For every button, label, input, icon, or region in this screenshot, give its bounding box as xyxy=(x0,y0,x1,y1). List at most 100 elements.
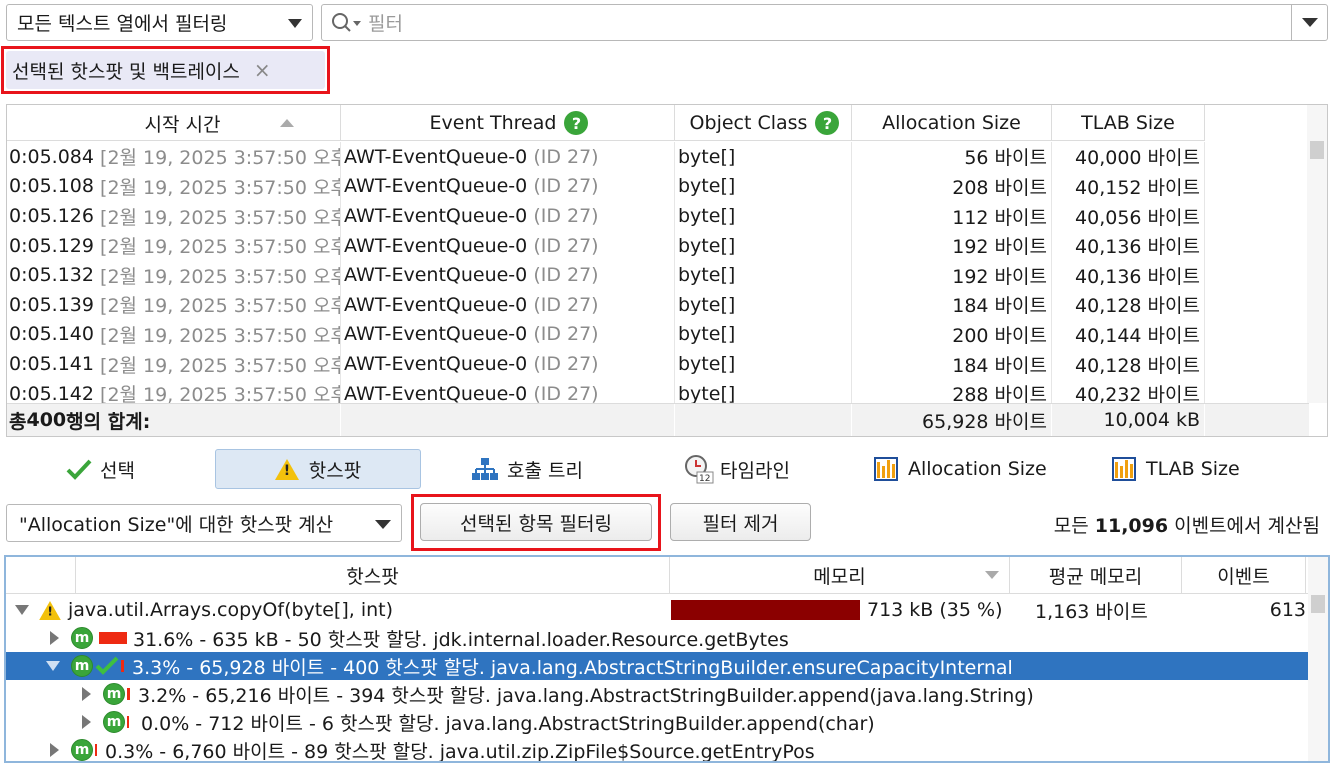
allocation-size-cell: 56 바이트 xyxy=(852,142,1052,172)
table-row[interactable]: 0:05.126 [2월 19, 2025 3:57:50 오후] AWT-Eve… xyxy=(7,201,1205,231)
expand-toggle-icon[interactable] xyxy=(50,631,59,645)
column-header-hotspot[interactable]: 핫스팟 xyxy=(76,557,670,594)
events-table-header: 시작 시간 Event Thread ? Object Class ? Allo… xyxy=(7,105,1205,141)
column-header-memory[interactable]: 메모리 xyxy=(670,557,1010,594)
column-header-events[interactable]: 이벤트 xyxy=(1182,557,1306,594)
tlab-size-cell: 40,144 바이트 xyxy=(1052,319,1205,350)
help-icon[interactable]: ? xyxy=(815,111,840,135)
svg-text:12: 12 xyxy=(699,474,710,484)
table-row[interactable]: 0:05.132 [2월 19, 2025 3:57:50 오후] AWT-Eve… xyxy=(7,260,1205,291)
search-history-dropdown[interactable] xyxy=(1291,5,1327,40)
allocation-size-cell: 208 바이트 xyxy=(852,171,1052,202)
tlab-size-cell: 40,000 바이트 xyxy=(1052,142,1205,172)
allocation-size-cell: 192 바이트 xyxy=(852,230,1052,261)
avg-memory-value: 1,163 바이트 xyxy=(1035,600,1148,623)
percentage-bar xyxy=(127,688,130,700)
tab-timeline[interactable]: 12 타임라인 xyxy=(684,449,824,489)
active-filter-chip: 선택된 핫스팟 및 백트레이스 × xyxy=(6,51,325,89)
table-row[interactable]: 0:05.141 [2월 19, 2025 3:57:50 오후] AWT-Eve… xyxy=(7,349,1205,379)
tree-row-backtrace[interactable]: m 0.0% - 712 바이트 - 6 핫스팟 할당. java.lang.A… xyxy=(6,708,1310,736)
chevron-down-icon xyxy=(375,520,391,529)
object-class-cell: byte[] xyxy=(675,260,852,291)
expand-toggle-icon[interactable] xyxy=(82,715,91,729)
column-header-start-time[interactable]: 시작 시간 xyxy=(7,105,341,141)
object-class-cell: byte[] xyxy=(675,171,852,202)
tab-hotspots[interactable]: 핫스팟 xyxy=(215,449,421,489)
object-class-cell: byte[] xyxy=(675,349,852,379)
tab-tlab-size[interactable]: TLAB Size xyxy=(1112,449,1262,489)
column-header-event-thread[interactable]: Event Thread ? xyxy=(341,105,675,141)
warning-icon xyxy=(274,458,299,480)
start-time-cell: 0:05.126 [2월 19, 2025 3:57:50 오후] xyxy=(7,201,341,231)
memory-value: 713 kB (35 %) xyxy=(867,599,1003,621)
tab-call-tree[interactable]: 호출 트리 xyxy=(471,449,631,489)
column-header-allocation-size[interactable]: Allocation Size xyxy=(852,105,1052,141)
filter-selected-button[interactable]: 선택된 항목 필터링 xyxy=(420,503,652,541)
event-thread-cell: AWT-EventQueue-0 (ID 27) xyxy=(341,142,675,172)
tlab-size-cell: 40,128 바이트 xyxy=(1052,290,1205,320)
allocation-size-cell: 184 바이트 xyxy=(852,290,1052,320)
method-icon: m xyxy=(103,683,125,705)
table-row[interactable]: 0:05.129 [2월 19, 2025 3:57:50 오후] AWT-Eve… xyxy=(7,230,1205,261)
event-thread-cell: AWT-EventQueue-0 (ID 27) xyxy=(341,171,675,202)
column-header-object-class[interactable]: Object Class ? xyxy=(675,105,852,141)
event-thread-cell: AWT-EventQueue-0 (ID 27) xyxy=(341,230,675,261)
object-class-cell: byte[] xyxy=(675,201,852,231)
expand-toggle-icon[interactable] xyxy=(50,743,59,757)
start-time-cell: 0:05.141 [2월 19, 2025 3:57:50 오후] xyxy=(7,349,341,379)
search-placeholder: 필터 xyxy=(368,13,403,35)
event-count-value: 613 xyxy=(1269,599,1306,621)
table-row[interactable]: 0:05.139 [2월 19, 2025 3:57:50 오후] AWT-Eve… xyxy=(7,290,1205,320)
memory-bar xyxy=(671,600,860,620)
tree-row-backtrace[interactable]: m 0.3% - 6,760 바이트 - 89 핫스팟 할당. java.uti… xyxy=(6,736,1310,761)
tree-node-label: java.util.Arrays.copyOf(byte[], int) xyxy=(68,599,394,621)
tree-row-backtrace-selected[interactable]: m 3.3% - 65,928 바이트 - 400 핫스팟 할당. java.l… xyxy=(6,652,1310,680)
checkmark-icon xyxy=(66,459,92,480)
bar-chart-icon xyxy=(874,457,898,481)
help-icon[interactable]: ? xyxy=(564,111,589,135)
backtrace-label: 3.3% - 65,928 바이트 - 400 핫스팟 할당. java.lan… xyxy=(132,656,1013,679)
tree-row-root[interactable]: java.util.Arrays.copyOf(byte[], int) 713… xyxy=(6,596,1310,624)
timeline-clock-icon: 12 xyxy=(685,455,714,484)
method-icon: m xyxy=(71,739,93,761)
hotspot-calculation-combo[interactable]: "Allocation Size"에 대한 핫스팟 계산 xyxy=(6,504,402,542)
sort-descending-icon xyxy=(985,571,999,579)
percentage-bar xyxy=(127,716,129,728)
filter-column-combo[interactable]: 모든 텍스트 열에서 필터링 xyxy=(6,4,313,41)
tab-selection[interactable]: 선택 xyxy=(66,449,176,489)
scrollbar-thumb[interactable] xyxy=(1311,595,1325,613)
hotspot-tree-table: 핫스팟 메모리 평균 메모리 이벤트 java.util.Arrays.copy… xyxy=(4,555,1330,763)
table-row[interactable]: 0:05.108 [2월 19, 2025 3:57:50 오후] AWT-Eve… xyxy=(7,171,1205,202)
collapse-toggle-icon[interactable] xyxy=(15,605,29,615)
events-table: 시작 시간 Event Thread ? Object Class ? Allo… xyxy=(6,104,1328,437)
expand-toggle-icon[interactable] xyxy=(82,687,91,701)
remove-filter-button[interactable]: 필터 제거 xyxy=(670,503,811,541)
start-time-cell: 0:05.084 [2월 19, 2025 3:57:50 오후] xyxy=(7,142,341,172)
close-icon[interactable]: × xyxy=(254,58,271,82)
table-row[interactable]: 0:05.084 [2월 19, 2025 3:57:50 오후] AWT-Eve… xyxy=(7,142,1205,172)
backtrace-label: 31.6% - 635 kB - 50 핫스팟 할당. jdk.internal… xyxy=(133,628,789,651)
event-thread-cell: AWT-EventQueue-0 (ID 27) xyxy=(341,201,675,231)
scrollbar-thumb[interactable] xyxy=(1310,141,1324,159)
object-class-cell: byte[] xyxy=(675,230,852,261)
tree-row-backtrace[interactable]: m 31.6% - 635 kB - 50 핫스팟 할당. jdk.intern… xyxy=(6,624,1310,652)
events-table-scrollbar[interactable] xyxy=(1307,105,1327,403)
backtrace-label: 3.2% - 65,216 바이트 - 394 핫스팟 할당. java.lan… xyxy=(138,684,1034,707)
bar-chart-icon xyxy=(1112,457,1136,481)
column-header-avg-memory[interactable]: 평균 메모리 xyxy=(1010,557,1182,594)
hotspot-tree-scrollbar[interactable] xyxy=(1308,557,1328,761)
allocation-size-cell: 192 바이트 xyxy=(852,260,1052,291)
filter-search-input[interactable]: 필터 xyxy=(321,4,1328,41)
tlab-size-cell: 40,152 바이트 xyxy=(1052,171,1205,202)
column-header-tlab-size[interactable]: TLAB Size xyxy=(1052,105,1205,141)
percentage-bar xyxy=(121,660,124,672)
table-row[interactable]: 0:05.140 [2월 19, 2025 3:57:50 오후] AWT-Eve… xyxy=(7,319,1205,350)
percentage-bar xyxy=(95,744,97,756)
tlab-size-cell: 40,128 바이트 xyxy=(1052,349,1205,379)
hotspot-tree-header: 핫스팟 메모리 평균 메모리 이벤트 xyxy=(6,557,1310,594)
tree-row-backtrace[interactable]: m 3.2% - 65,216 바이트 - 394 핫스팟 할당. java.l… xyxy=(6,680,1310,708)
collapse-toggle-icon[interactable] xyxy=(46,661,60,671)
backtrace-label: 0.0% - 712 바이트 - 6 핫스팟 할당. java.lang.Abs… xyxy=(141,712,875,735)
tab-allocation-size[interactable]: Allocation Size xyxy=(874,449,1064,489)
events-table-total-row: 총 400 행의 합계: 65,928 바이트 10,004 kB xyxy=(7,403,1309,436)
